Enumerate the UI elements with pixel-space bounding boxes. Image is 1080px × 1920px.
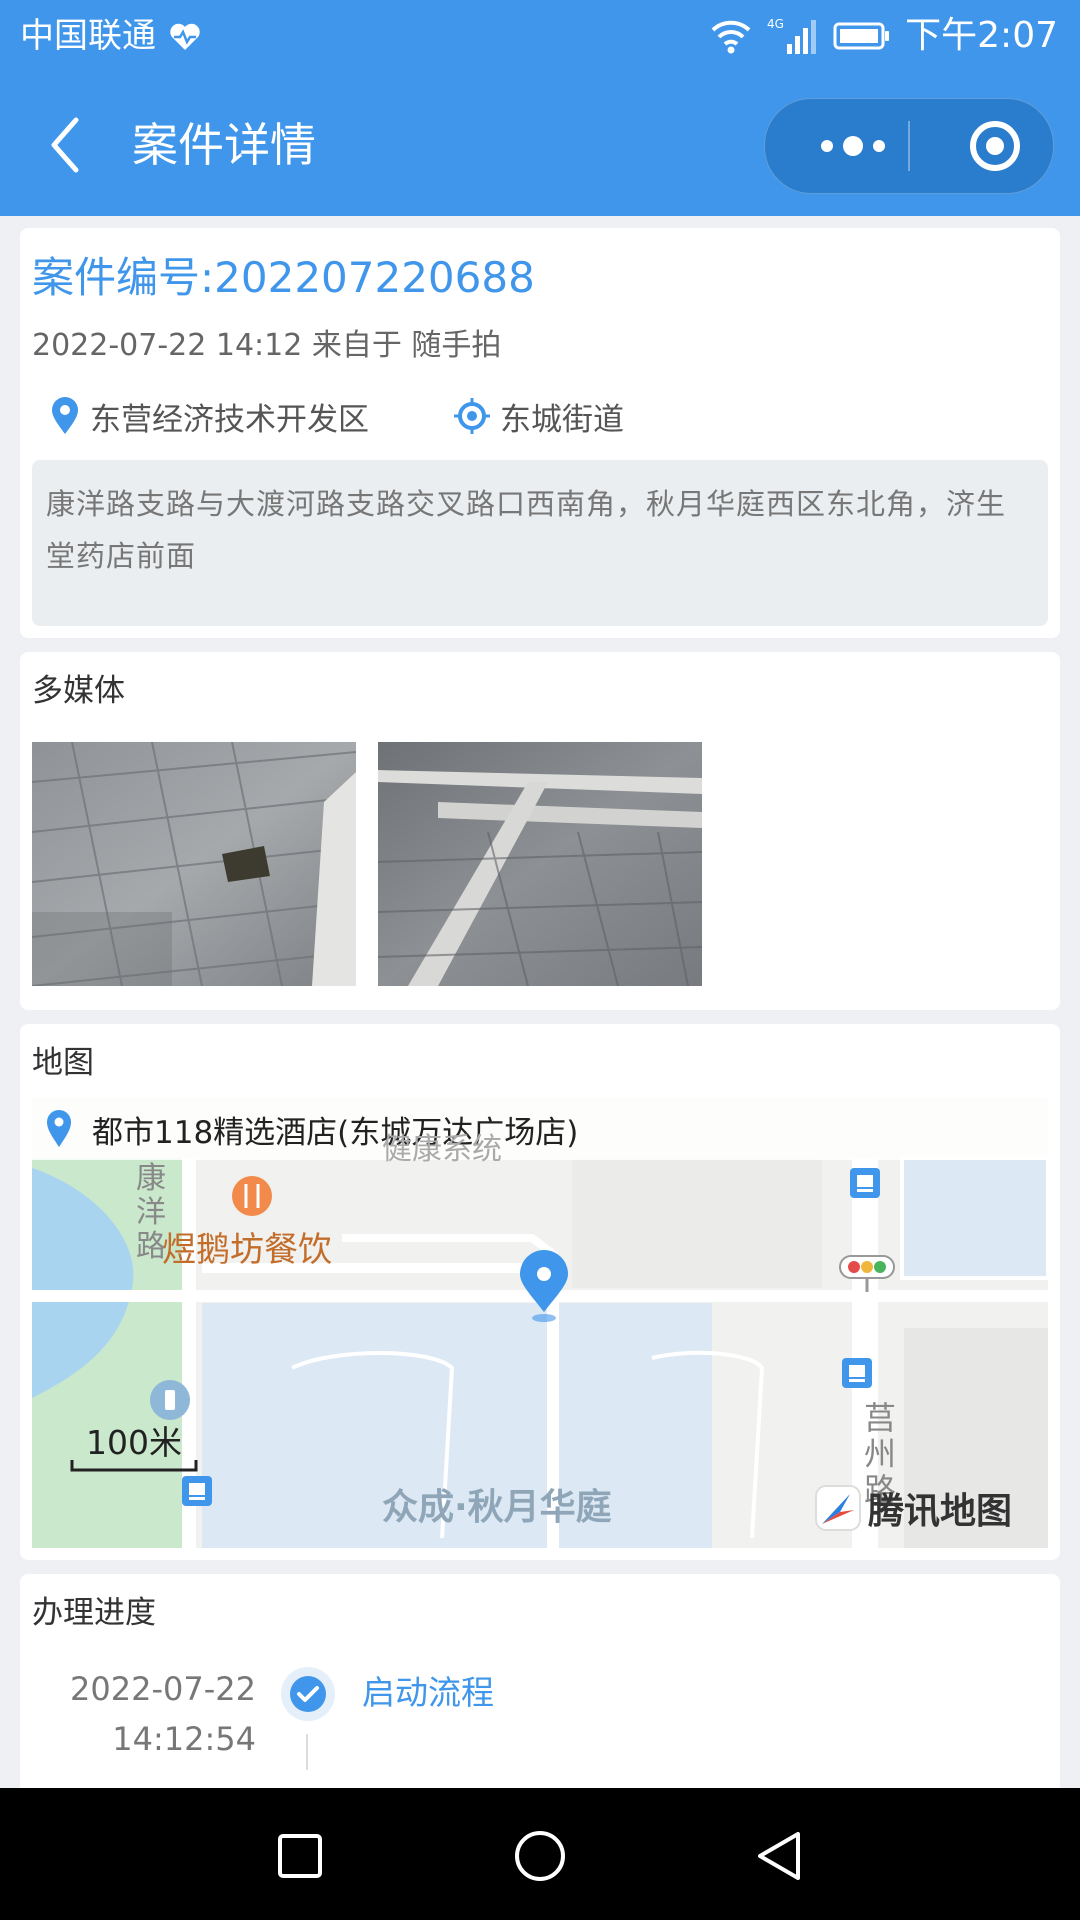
timeline-step-label[interactable]: 启动流程 [362,1668,494,1718]
address-text: 康洋路支路与大渡河路支路交叉路口西南角，秋月华庭西区东北角，济生堂药店前面 [32,460,1048,626]
restaurant-icon [232,1176,272,1216]
check-circle-icon [281,1667,335,1721]
title-bar: 案件详情 [0,74,1080,216]
map-provider-logo: 腾讯地图 [814,1482,1012,1534]
progress-section-title: 办理进度 [32,1595,156,1631]
street-location: 东城街道 [452,394,624,438]
more-dots-icon[interactable] [803,99,903,193]
heart-pulse-icon [170,23,200,50]
timeline-time: 14:12:54 [112,1720,256,1758]
home-circle-icon[interactable] [500,1816,580,1896]
timeline-connector [306,1734,308,1770]
map-restaurant-label: 煜鹅坊餐饮 [162,1230,332,1270]
map-scale-bar [70,1460,198,1472]
map-location-bar: 都市118精选酒店(东城万达广场店) [32,1098,1048,1160]
map-scale-label: 100米 [86,1423,182,1462]
target-close-icon[interactable] [955,99,1035,193]
traffic-light-icon [839,1255,895,1292]
system-nav-bar [0,1788,1080,1920]
bus-stop-icon [850,1168,880,1198]
capsule-divider [908,121,910,171]
map-provider-label: 腾讯地图 [868,1491,1013,1532]
compass-logo-icon [815,1485,861,1531]
location-pin-icon [52,397,78,434]
chevron-left-icon[interactable] [44,114,94,176]
media-section-title: 多媒体 [32,673,125,709]
district-label: 东营经济技术开发区 [90,401,369,438]
location-pin-icon [47,1110,71,1147]
map-card: 地图 都市118精选酒店(东城万达广场店) 康洋路 煜鹅坊餐饮 健康系统 众成·… [20,1024,1060,1560]
locate-target-icon [454,398,490,434]
map-section-title: 地图 [32,1045,94,1081]
signal-icon: 4G [767,17,817,54]
back-triangle-icon[interactable] [740,1816,820,1896]
timeline-date: 2022-07-22 [70,1670,256,1708]
street-label: 东城街道 [500,401,624,438]
battery-icon [833,22,890,50]
recent-apps-icon[interactable] [260,1816,340,1896]
bus-stop-icon [182,1476,212,1506]
wifi-icon [711,20,751,54]
pavement-photo-1[interactable] [32,742,356,986]
network-type-text: 4G [767,17,784,31]
bus-stop-icon [842,1358,872,1388]
map-marker-icon [520,1250,568,1322]
media-card: 多媒体 [20,652,1060,1010]
carrier-name: 中国联通 [20,16,156,56]
district-location: 东营经济技术开发区 [48,394,369,438]
case-info-card: 案件编号:202207220688 2022-07-22 14:12 来自于 随… [20,228,1060,638]
map-view[interactable]: 都市118精选酒店(东城万达广场店) 康洋路 煜鹅坊餐饮 健康系统 众成·秋月华… [32,1098,1048,1548]
mini-program-capsule [764,98,1054,194]
status-bar: 中国联通 4G 下午2:07 [0,0,1080,74]
map-community-label: 众成·秋月华庭 [382,1487,612,1528]
map-top-label: 健康系统 [382,1132,502,1167]
case-number: 案件编号:202207220688 [32,253,535,302]
map-location-label: 都市118精选酒店(东城万达广场店) [92,1114,579,1151]
clock-time: 下午2:07 [905,15,1058,56]
case-meta: 2022-07-22 14:12 来自于 随手拍 [32,328,502,363]
pavement-photo-2[interactable] [378,742,702,986]
page-title: 案件详情 [132,118,316,172]
